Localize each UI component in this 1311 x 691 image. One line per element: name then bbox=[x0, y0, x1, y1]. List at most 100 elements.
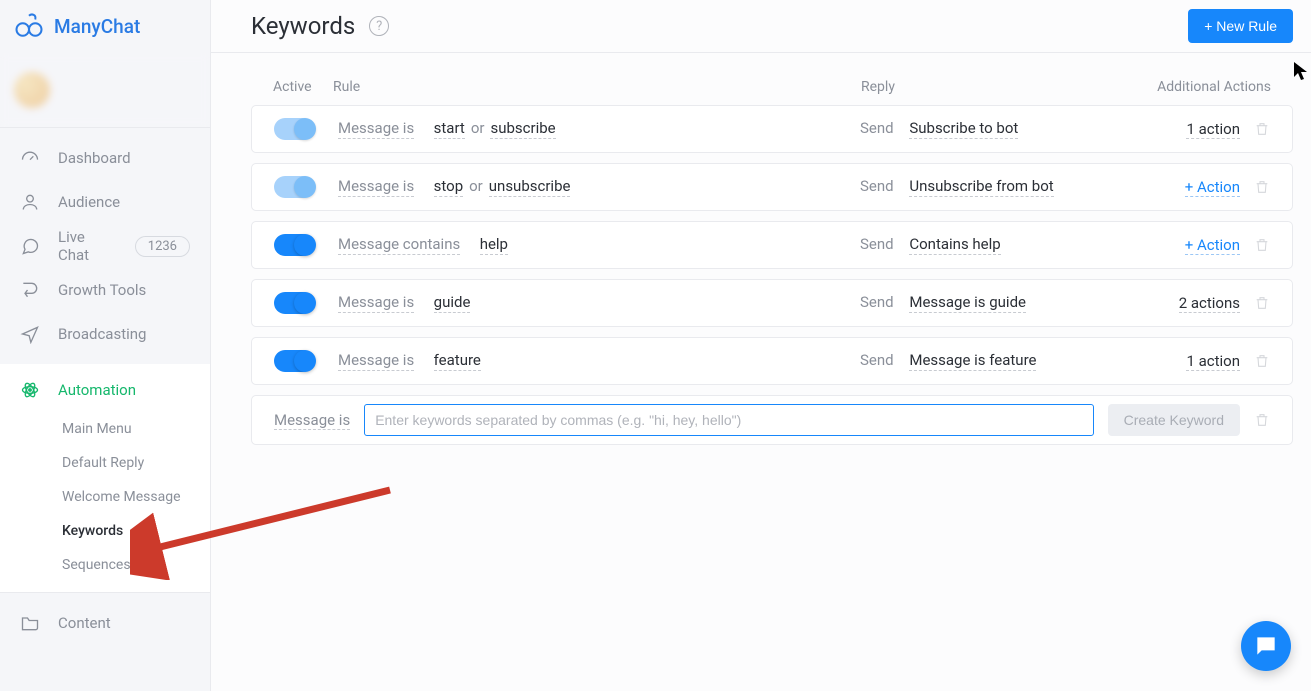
rule-text: Message is stop or unsubscribe bbox=[338, 177, 860, 197]
sidebar-item-livechat[interactable]: Live Chat 1236 bbox=[0, 224, 210, 268]
page-title: Keywords bbox=[251, 12, 355, 40]
actions-cell: 1 action bbox=[1140, 352, 1270, 371]
rule-keyword[interactable]: guide bbox=[434, 293, 471, 313]
actions-cell: 2 actions bbox=[1140, 294, 1270, 313]
action-count[interactable]: 1 action bbox=[1186, 352, 1240, 371]
sidebar-item-label: Growth Tools bbox=[58, 281, 146, 299]
livechat-badge: 1236 bbox=[135, 236, 190, 257]
sidebar-item-label: Live Chat bbox=[58, 228, 117, 264]
create-keyword-button[interactable]: Create Keyword bbox=[1108, 404, 1240, 436]
reply-cell: Send Contains help bbox=[860, 235, 1140, 255]
reply-cell: Send Subscribe to bot bbox=[860, 119, 1140, 139]
sidebar-item-label: Dashboard bbox=[58, 149, 131, 167]
new-rule-button[interactable]: + New Rule bbox=[1188, 9, 1293, 43]
rule-text: Message is feature bbox=[338, 351, 860, 371]
create-keyword-row: Message is Create Keyword bbox=[251, 395, 1293, 445]
sidebar-item-audience[interactable]: Audience bbox=[0, 180, 210, 224]
secondary-nav: Content bbox=[0, 592, 210, 653]
main: Keywords ? + New Rule Active Rule Reply … bbox=[211, 0, 1311, 691]
actions-cell: 1 action bbox=[1140, 120, 1270, 139]
rule-or: or bbox=[471, 119, 485, 137]
trash-icon[interactable] bbox=[1254, 411, 1270, 429]
reply-name[interactable]: Unsubscribe from bot bbox=[909, 177, 1053, 197]
reply-name[interactable]: Subscribe to bot bbox=[909, 119, 1018, 139]
subnav-welcome-message[interactable]: Welcome Message bbox=[0, 480, 210, 514]
keywords-input[interactable] bbox=[364, 404, 1093, 436]
help-icon[interactable]: ? bbox=[369, 16, 389, 36]
sidebar-item-dashboard[interactable]: Dashboard bbox=[0, 136, 210, 180]
trash-icon[interactable] bbox=[1254, 352, 1270, 370]
rule-keyword[interactable]: subscribe bbox=[490, 119, 555, 139]
rule-condition[interactable]: Message is bbox=[338, 293, 414, 313]
rule-or: or bbox=[469, 177, 483, 195]
col-header-reply: Reply bbox=[861, 79, 1141, 95]
topbar: Keywords ? + New Rule bbox=[211, 0, 1311, 53]
account-row[interactable] bbox=[0, 53, 210, 128]
rule-toggle[interactable] bbox=[274, 292, 314, 314]
sidebar-item-label: Broadcasting bbox=[58, 325, 146, 343]
rule-row[interactable]: Message is start or subscribe Send Subsc… bbox=[251, 105, 1293, 153]
sidebar-item-automation[interactable]: Automation bbox=[0, 368, 210, 412]
rule-condition[interactable]: Message contains bbox=[338, 235, 460, 255]
rule-condition[interactable]: Message is bbox=[338, 119, 414, 139]
rule-condition[interactable]: Message is bbox=[338, 177, 414, 197]
sidebar-item-label: Content bbox=[58, 614, 111, 632]
rule-keyword[interactable]: start bbox=[434, 119, 465, 139]
rule-keyword[interactable]: unsubscribe bbox=[489, 177, 571, 197]
rule-text: Message is start or subscribe bbox=[338, 119, 860, 139]
sidebar-item-content[interactable]: Content bbox=[0, 601, 210, 645]
col-header-actions: Additional Actions bbox=[1141, 79, 1271, 95]
rule-text: Message contains help bbox=[338, 235, 860, 255]
brand-text: ManyChat bbox=[54, 15, 140, 38]
brand-row[interactable]: ManyChat bbox=[0, 0, 210, 53]
sidebar-item-growth[interactable]: Growth Tools bbox=[0, 268, 210, 312]
subnav-main-menu[interactable]: Main Menu bbox=[0, 412, 210, 446]
subnav-default-reply[interactable]: Default Reply bbox=[0, 446, 210, 480]
send-label: Send bbox=[860, 235, 894, 253]
reply-cell: Send Message is feature bbox=[860, 351, 1140, 371]
add-action-link[interactable]: + Action bbox=[1185, 236, 1240, 255]
rule-toggle[interactable] bbox=[274, 176, 314, 198]
rule-row[interactable]: Message is feature Send Message is featu… bbox=[251, 337, 1293, 385]
reply-name[interactable]: Contains help bbox=[909, 235, 1000, 255]
subnav-sequences[interactable]: Sequences bbox=[0, 548, 210, 582]
sidebar-item-broadcasting[interactable]: Broadcasting bbox=[0, 312, 210, 356]
intercom-chat-button[interactable] bbox=[1241, 621, 1291, 671]
chat-icon bbox=[20, 236, 40, 256]
action-count[interactable]: 2 actions bbox=[1179, 294, 1240, 313]
create-condition-label[interactable]: Message is bbox=[274, 411, 350, 430]
send-icon bbox=[20, 324, 40, 344]
trash-icon[interactable] bbox=[1254, 178, 1270, 196]
column-headers: Active Rule Reply Additional Actions bbox=[251, 79, 1293, 105]
rule-toggle[interactable] bbox=[274, 234, 314, 256]
rule-keyword[interactable]: help bbox=[480, 235, 508, 255]
person-icon bbox=[20, 192, 40, 212]
rule-toggle[interactable] bbox=[274, 118, 314, 140]
folder-icon bbox=[20, 613, 40, 633]
chat-bubble-icon bbox=[1253, 633, 1279, 659]
sidebar-item-label: Automation bbox=[58, 381, 136, 399]
reply-name[interactable]: Message is feature bbox=[909, 351, 1036, 371]
col-header-rule: Rule bbox=[333, 79, 861, 95]
sidebar: ManyChat Dashboard Audience Live Chat 12… bbox=[0, 0, 211, 691]
rule-toggle[interactable] bbox=[274, 350, 314, 372]
subnav-keywords[interactable]: Keywords bbox=[0, 514, 210, 548]
send-label: Send bbox=[860, 293, 894, 311]
reply-cell: Send Unsubscribe from bot bbox=[860, 177, 1140, 197]
send-label: Send bbox=[860, 351, 894, 369]
trash-icon[interactable] bbox=[1254, 120, 1270, 138]
reply-name[interactable]: Message is guide bbox=[909, 293, 1026, 313]
rule-keyword[interactable]: stop bbox=[434, 177, 463, 197]
rule-condition[interactable]: Message is bbox=[338, 351, 414, 371]
action-count[interactable]: 1 action bbox=[1186, 120, 1240, 139]
send-label: Send bbox=[860, 177, 894, 195]
main-nav: Dashboard Audience Live Chat 1236 Growth… bbox=[0, 128, 210, 364]
add-action-link[interactable]: + Action bbox=[1185, 178, 1240, 197]
rule-row[interactable]: Message is guide Send Message is guide 2… bbox=[251, 279, 1293, 327]
trash-icon[interactable] bbox=[1254, 294, 1270, 312]
rule-row[interactable]: Message contains help Send Contains help… bbox=[251, 221, 1293, 269]
trash-icon[interactable] bbox=[1254, 236, 1270, 254]
rule-row[interactable]: Message is stop or unsubscribe Send Unsu… bbox=[251, 163, 1293, 211]
rule-keyword[interactable]: feature bbox=[434, 351, 481, 371]
col-header-active: Active bbox=[273, 79, 333, 95]
